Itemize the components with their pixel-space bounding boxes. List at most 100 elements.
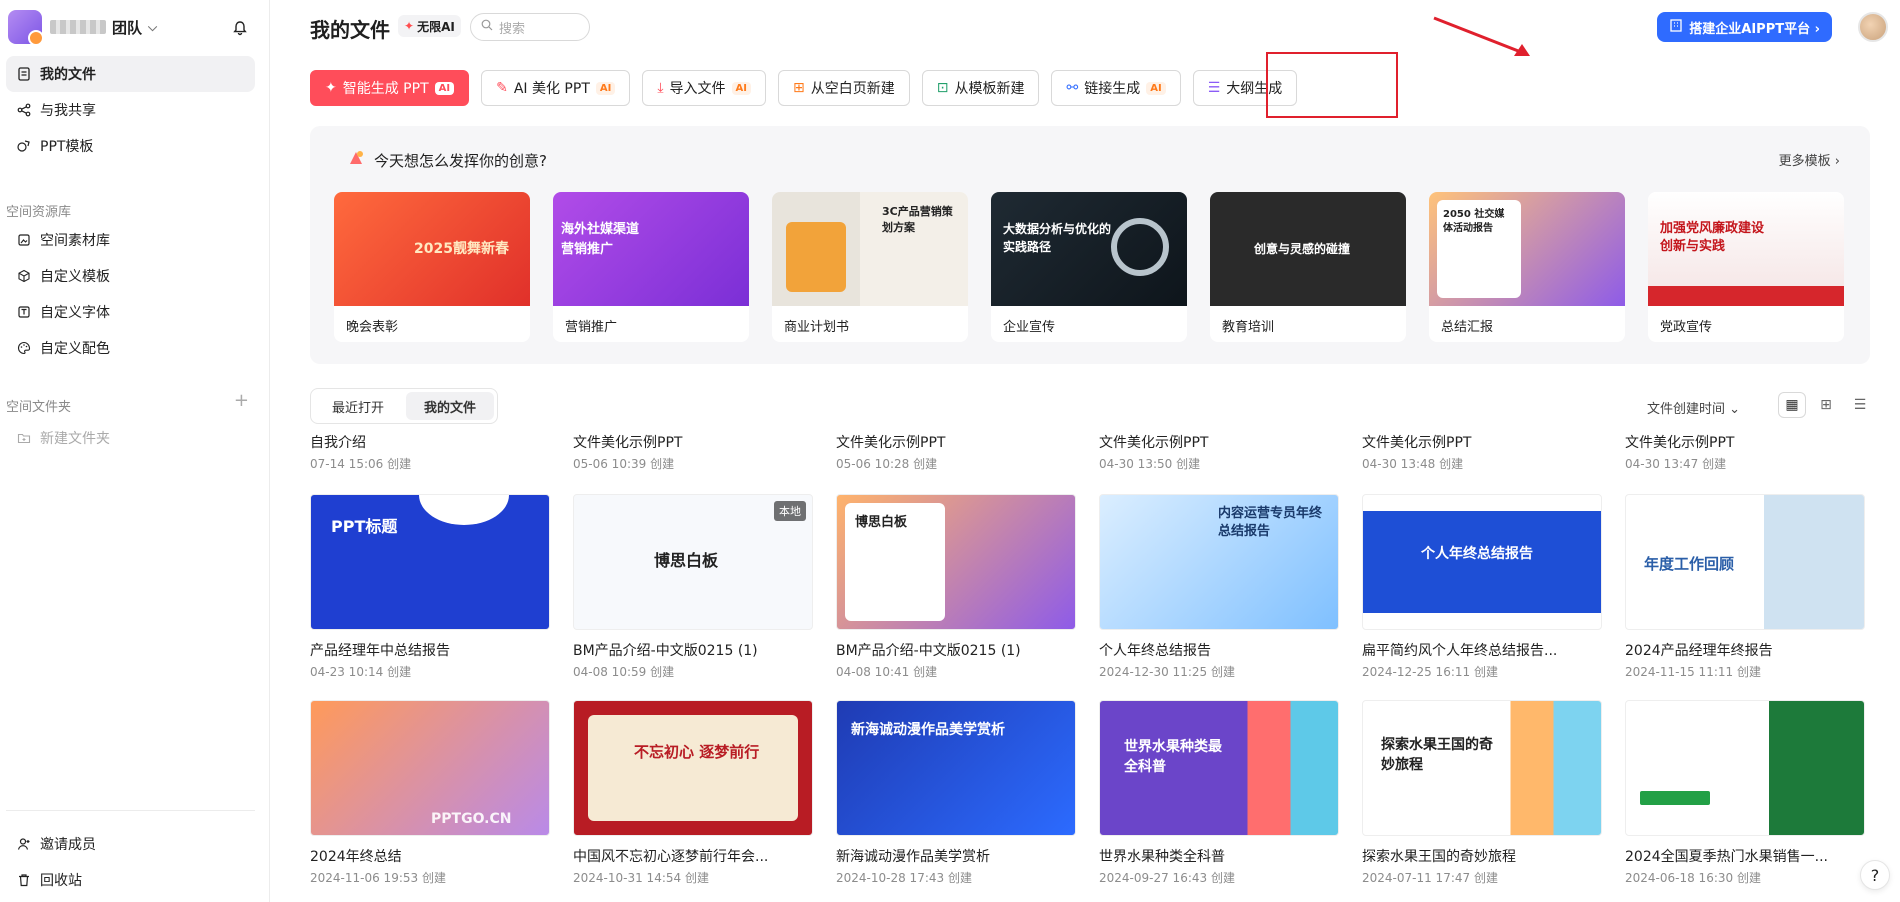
template-card[interactable]: 创意与灵感的碰撞 教育培训 [1210, 192, 1406, 342]
file-card[interactable]: 博思白板 BM产品介绍-中文版0215 (1) 04-08 10:41 创建 [836, 494, 1076, 680]
file-meta: 07-14 15:06 创建 [310, 457, 412, 471]
file-card[interactable]: 自我介绍 07-14 15:06 创建 [310, 432, 550, 472]
search-input[interactable]: 搜索 [470, 13, 590, 41]
file-thumbnail: 内容运营专员年终总结报告 [1099, 494, 1339, 630]
file-card[interactable]: PPTGO.CN 2024年终总结 2024-11-06 19:53 创建 [310, 700, 550, 886]
template-icon [16, 138, 32, 154]
cube-icon [16, 268, 32, 284]
file-thumbnail: 博思白板 [836, 494, 1076, 630]
file-thumbnail: 博思白板 本地 [573, 494, 813, 630]
file-card[interactable]: 新海诚动漫作品美学赏析 新海诚动漫作品美学赏析 2024-10-28 17:43… [836, 700, 1076, 886]
file-card[interactable]: 世界水果种类最全科普 世界水果种类全科普 2024-09-27 16:43 创建 [1099, 700, 1339, 886]
file-card[interactable]: 文件美化示例PPT 04-30 13:50 创建 [1099, 432, 1339, 472]
team-switcher[interactable]: 团队 ⌵ [8, 10, 262, 46]
file-card[interactable]: 内容运营专员年终总结报告 个人年终总结报告 2024-12-30 11:25 创… [1099, 494, 1339, 680]
enterprise-platform-button[interactable]: 搭建企业AIPPT平台 › [1657, 12, 1832, 42]
unlimited-ai-badge[interactable]: ✦ 无限AI [398, 15, 461, 37]
thumb-text: 世界水果种类最全科普 [1124, 739, 1222, 775]
trash-icon [16, 872, 32, 888]
template-card[interactable]: 加强党风廉政建设创新与实践 党政宣传 [1648, 192, 1844, 342]
unlimited-ai-label: 无限AI [417, 19, 455, 34]
file-meta: 05-06 10:28 创建 [836, 457, 938, 471]
template-card[interactable]: 2050 社交媒体活动报告 总结汇报 [1429, 192, 1625, 342]
file-name: 文件美化示例PPT [836, 435, 946, 451]
ai-tag: AI [595, 81, 616, 95]
red-arrow-annotation [1433, 16, 1530, 56]
file-thumbnail: 新海诚动漫作品美学赏析 [836, 700, 1076, 836]
create-actions: ✦ 智能生成 PPT AI ✎ AI 美化 PPT AI ⤓ 导入文件 AI ⊞… [310, 70, 1298, 106]
thumb-text: PPTGO.CN [431, 811, 512, 827]
file-card[interactable]: 文件美化示例PPT 04-30 13:47 创建 [1625, 432, 1865, 472]
new-folder-item[interactable]: 新建文件夹 [6, 420, 255, 456]
building-icon [1669, 18, 1683, 36]
sidebar-item-custom-fonts[interactable]: 自定义字体 [6, 294, 255, 330]
sparkle-icon: ✦ [404, 19, 415, 33]
sidebar-item-invite[interactable]: 邀请成员 [6, 826, 255, 862]
file-meta: 2024-10-31 14:54 创建 [573, 871, 709, 885]
link-icon: ⚯ [1066, 80, 1079, 96]
file-meta: 2024-11-06 19:53 创建 [310, 871, 446, 885]
file-card[interactable]: 个人年终总结报告 扁平简约风个人年终总结报告... 2024-12-25 16:… [1362, 494, 1602, 680]
template-label: 营销推广 [565, 320, 618, 335]
small-grid-view-icon[interactable]: ⊞ [1812, 392, 1840, 418]
file-thumbnail: 探索水果王国的奇妙旅程 [1362, 700, 1602, 836]
file-name: 扁平简约风个人年终总结报告... [1362, 643, 1558, 659]
sort-dropdown[interactable]: 文件创建时间 ⌄ [1647, 398, 1740, 417]
file-card[interactable]: 文件美化示例PPT 04-30 13:48 创建 [1362, 432, 1602, 472]
template-card[interactable]: 大数据分析与优化的实践路径 企业宣传 [991, 192, 1187, 342]
smart-generate-ppt-button[interactable]: ✦ 智能生成 PPT AI [310, 70, 470, 106]
file-card[interactable]: 2024全国夏季热门水果销售一... 2024-06-18 16:30 创建 [1625, 700, 1865, 886]
more-templates-link[interactable]: 更多模板 › [1779, 150, 1840, 169]
sidebar-item-ppt-templates[interactable]: PPT模板 [6, 128, 255, 164]
page-title: 我的文件 [310, 18, 390, 42]
file-card[interactable]: PPT标题 产品经理年中总结报告 04-23 10:14 创建 [310, 494, 550, 680]
action-label: 导入文件 [669, 81, 726, 97]
file-card[interactable]: 文件美化示例PPT 05-06 10:39 创建 [573, 432, 813, 472]
new-from-template-button[interactable]: ⊡ 从模板新建 [921, 70, 1040, 106]
file-thumbnail: 个人年终总结报告 [1362, 494, 1602, 630]
file-meta: 2024-12-25 16:11 创建 [1362, 665, 1498, 679]
file-card[interactable]: 探索水果王国的奇妙旅程 探索水果王国的奇妙旅程 2024-07-11 17:47… [1362, 700, 1602, 886]
template-card[interactable]: 3C产品营销策划方案 商业计划书 [772, 192, 968, 342]
sidebar-item-trash[interactable]: 回收站 [6, 862, 255, 898]
template-card[interactable]: 2025靓舞新春 晚会表彰 [334, 192, 530, 342]
file-card[interactable]: 文件美化示例PPT 05-06 10:28 创建 [836, 432, 1076, 472]
import-file-button[interactable]: ⤓ 导入文件 AI [642, 70, 767, 106]
file-name: BM产品介绍-中文版0215 (1) [573, 643, 758, 659]
file-card[interactable]: 不忘初心 逐梦前行 中国风不忘初心逐梦前行年会... 2024-10-31 14… [573, 700, 813, 886]
local-badge: 本地 [774, 501, 806, 521]
file-name: 2024全国夏季热门水果销售一... [1625, 849, 1828, 865]
new-from-blank-button[interactable]: ⊞ 从空白页新建 [778, 70, 910, 106]
tab-recent[interactable]: 最近打开 [314, 392, 402, 420]
file-card[interactable]: 年度工作回顾 2024产品经理年终报告 2024-11-15 11:11 创建 [1625, 494, 1865, 680]
action-label: 从模板新建 [954, 81, 1025, 97]
sidebar-item-shared[interactable]: 与我共享 [6, 92, 255, 128]
link-generate-button[interactable]: ⚯ 链接生成 AI [1051, 70, 1181, 106]
avatar[interactable] [1858, 12, 1888, 42]
blank-page-icon: ⊞ [793, 80, 805, 96]
folders-nav: 新建文件夹 [6, 420, 255, 456]
sidebar-item-label: PPT模板 [40, 139, 94, 155]
ai-beautify-ppt-button[interactable]: ✎ AI 美化 PPT AI [481, 70, 631, 106]
bell-icon[interactable] [228, 16, 252, 40]
thumb-text: 年度工作回顾 [1644, 555, 1735, 573]
new-folder-label: 新建文件夹 [40, 431, 110, 447]
help-icon[interactable]: ? [1860, 860, 1890, 890]
sidebar-item-my-files[interactable]: 我的文件 [6, 56, 255, 92]
thumb-text: 内容运营专员年终总结报告 [1218, 506, 1323, 539]
file-card[interactable]: 博思白板 本地 BM产品介绍-中文版0215 (1) 04-08 10:59 创… [573, 494, 813, 680]
large-grid-view-icon[interactable]: ▦ [1778, 392, 1806, 418]
file-name: 2024年终总结 [310, 849, 402, 865]
list-view-icon[interactable]: ☰ [1846, 392, 1874, 418]
file-meta: 04-30 13:47 创建 [1625, 457, 1727, 471]
template-card[interactable]: 海外社媒渠道营销推广 营销推广 [553, 192, 749, 342]
sidebar-item-materials[interactable]: 空间素材库 [6, 222, 255, 258]
file-meta: 04-30 13:48 创建 [1362, 457, 1464, 471]
file-meta: 04-30 13:50 创建 [1099, 457, 1201, 471]
template-thumbnail: 大数据分析与优化的实践路径 [991, 192, 1187, 306]
sidebar-item-custom-templates[interactable]: 自定义模板 [6, 258, 255, 294]
tab-my-files[interactable]: 我的文件 [406, 392, 495, 420]
sidebar-item-custom-colors[interactable]: 自定义配色 [6, 330, 255, 366]
add-folder-icon[interactable]: + [234, 390, 249, 411]
action-label: 从空白页新建 [810, 81, 895, 97]
